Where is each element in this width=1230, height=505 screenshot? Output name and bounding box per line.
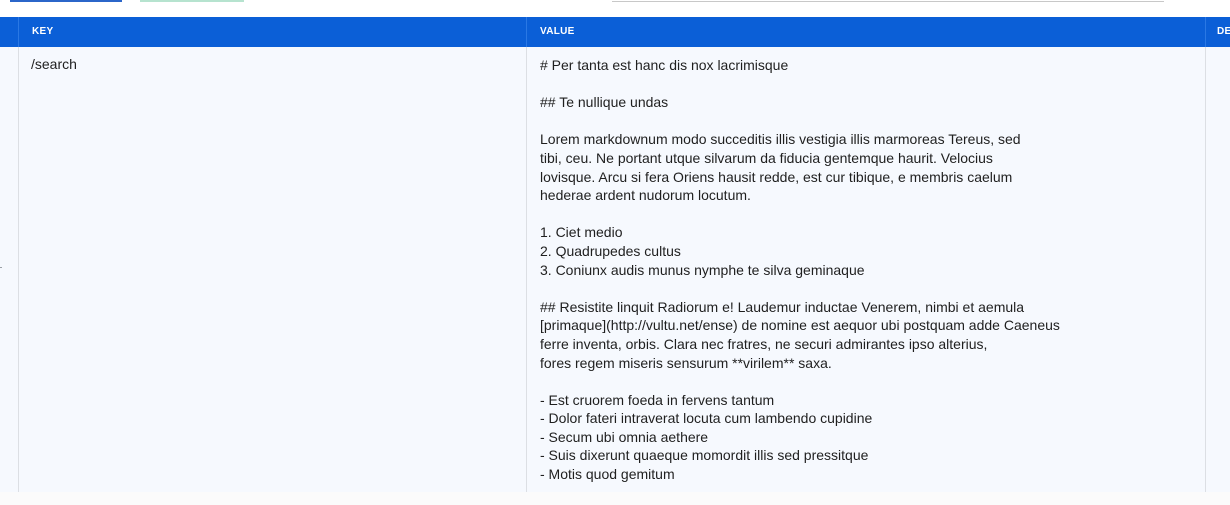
row-select-cell[interactable] xyxy=(0,47,19,492)
row-resize-handle[interactable] xyxy=(0,267,2,268)
description-cell[interactable] xyxy=(1206,47,1230,492)
key-value-table: KEY VALUE DE /search # Per tanta est han… xyxy=(0,17,1230,493)
select-column-header[interactable] xyxy=(0,17,19,47)
secondary-tab-indicator[interactable] xyxy=(140,0,244,2)
column-header-key[interactable]: KEY xyxy=(19,17,527,47)
search-field-underline[interactable] xyxy=(612,1,1164,2)
column-header-value[interactable]: VALUE xyxy=(527,17,1206,47)
table-footer-area xyxy=(0,492,1230,505)
column-header-description[interactable]: DE xyxy=(1206,17,1230,47)
value-cell[interactable]: # Per tanta est hanc dis nox lacrimisque… xyxy=(527,47,1206,492)
value-text: # Per tanta est hanc dis nox lacrimisque… xyxy=(540,57,1060,483)
active-tab-indicator[interactable] xyxy=(10,0,122,2)
key-cell[interactable]: /search xyxy=(19,47,527,492)
table-header: KEY VALUE DE xyxy=(0,17,1230,47)
toolbar-strip xyxy=(0,0,1230,16)
table-row[interactable]: /search # Per tanta est hanc dis nox lac… xyxy=(0,47,1230,493)
